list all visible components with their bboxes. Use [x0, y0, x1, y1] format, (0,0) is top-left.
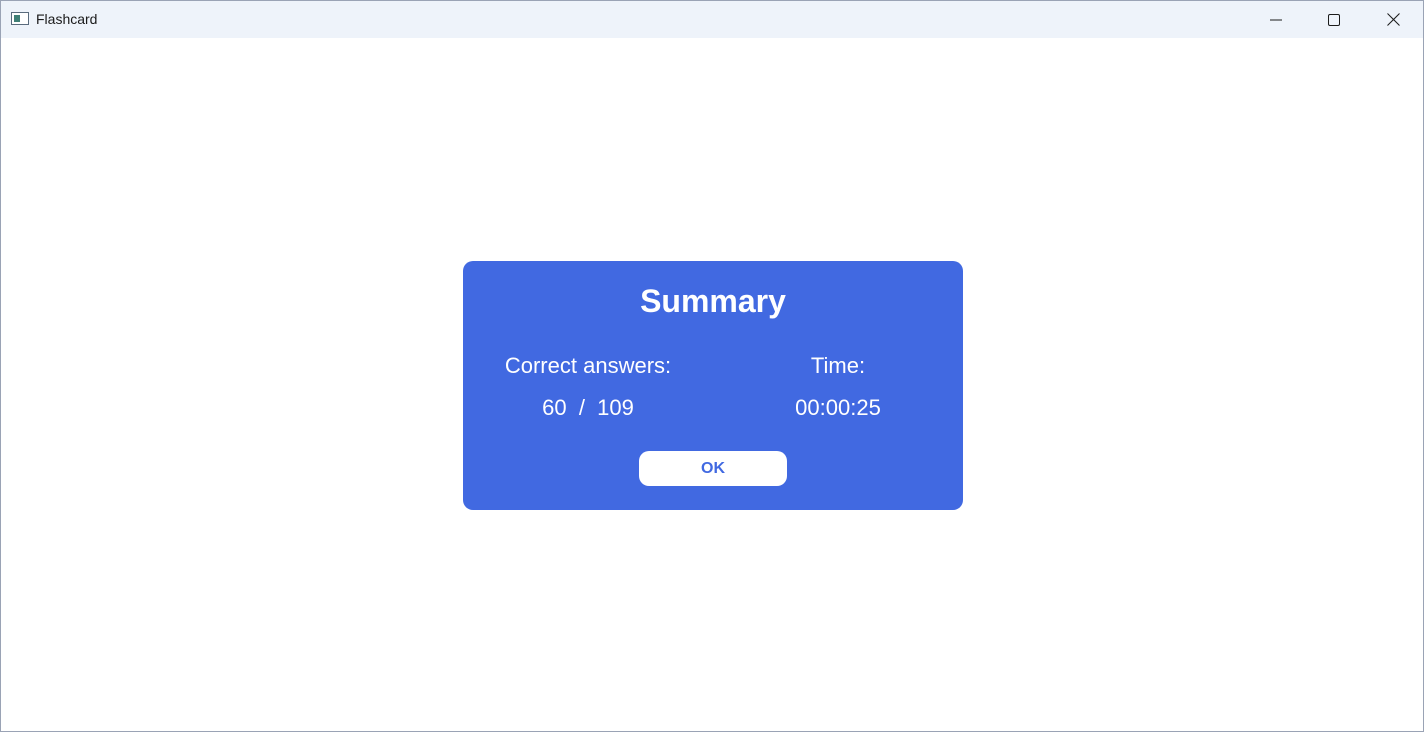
summary-dialog: Summary Correct answers: 60 / 109 Time: … — [463, 261, 963, 510]
summary-title: Summary — [640, 283, 786, 319]
window-title: Flashcard — [36, 11, 98, 27]
app-window: Flashcard Summary Correct answers: 60 / … — [0, 0, 1424, 732]
time-value: 00:00:25 — [795, 395, 881, 420]
ok-button[interactable]: OK — [639, 451, 787, 486]
close-button[interactable] — [1370, 1, 1416, 38]
minimize-icon — [1270, 19, 1282, 20]
time-label: Time: — [810, 353, 866, 378]
close-icon — [1386, 13, 1400, 26]
maximize-icon — [1328, 13, 1340, 26]
minimize-button[interactable] — [1253, 1, 1299, 38]
app-window-icon — [11, 12, 29, 25]
correct-answers-label: Correct answers: — [504, 353, 672, 378]
maximize-button[interactable] — [1311, 1, 1357, 38]
title-bar[interactable]: Flashcard — [1, 1, 1423, 38]
correct-answers-value: 60 / 109 — [542, 395, 634, 420]
